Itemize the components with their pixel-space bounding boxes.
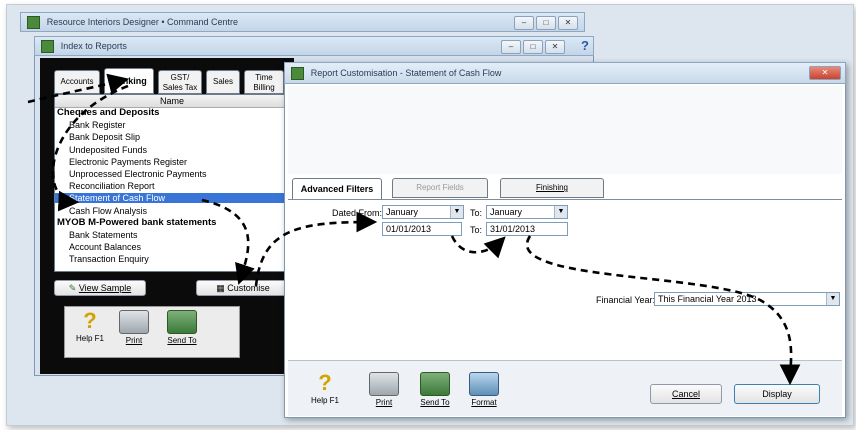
tab-report-fields[interactable]: Report Fields [392, 178, 488, 198]
send-to-label: Send To [167, 336, 197, 345]
help-f1-button[interactable]: ? Help F1 [70, 308, 110, 344]
outer-window-title: Resource Interiors Designer • Command Ce… [46, 17, 239, 28]
minimize-icon[interactable]: – [514, 16, 534, 30]
outer-window-titlebar: Resource Interiors Designer • Command Ce… [20, 12, 585, 32]
dialog-help-label: Help F1 [310, 396, 339, 405]
view-sample-button[interactable]: ✎ View Sample [54, 280, 146, 296]
dialog-help-f1-button[interactable]: ? Help F1 [306, 370, 344, 406]
dated-from-label: Dated From: [332, 208, 383, 218]
cancel-button[interactable]: Cancel [650, 384, 722, 404]
index-window-controls: – □ ✕ [499, 40, 565, 54]
send-to-icon [167, 310, 197, 334]
close-icon[interactable]: ✕ [545, 40, 565, 54]
to-date-label: To: [470, 225, 483, 235]
outer-window-controls: – □ ✕ [512, 16, 578, 30]
format-icon [469, 372, 499, 396]
list-item[interactable]: Cheques and Deposits [57, 108, 159, 118]
dialog-format-label: Format [471, 398, 497, 407]
financial-year-label: Financial Year: [596, 295, 656, 305]
list-item[interactable]: Account Balances [69, 242, 141, 252]
list-item[interactable]: Bank Register [69, 120, 126, 130]
maximize-icon[interactable]: □ [536, 16, 556, 30]
from-month-value: January [386, 207, 419, 217]
tab-sales[interactable]: Sales [206, 70, 240, 94]
to-month-select[interactable]: January ▼ [486, 205, 568, 219]
dialog-title: Report Customisation - Statement of Cash… [310, 68, 502, 79]
view-sample-icon: ✎ [68, 283, 77, 293]
financial-year-value: This Financial Year 2013 [658, 294, 757, 304]
list-item[interactable]: Electronic Payments Register [69, 157, 187, 167]
tab-banking[interactable]: Banking [104, 68, 154, 94]
tab-accounts[interactable]: Accounts [54, 70, 100, 94]
dialog-header-area [288, 86, 842, 174]
customise-button[interactable]: ▦ Customise [196, 280, 290, 296]
view-sample-label: View Sample [78, 283, 132, 293]
dialog-format-button[interactable]: Format [464, 372, 504, 407]
list-item[interactable]: Transaction Enquiry [69, 254, 149, 264]
index-window-titlebar: Index to Reports – □ ✕ ? [34, 36, 594, 56]
from-month-select[interactable]: January ▼ [382, 205, 464, 219]
chevron-down-icon: ▼ [554, 206, 567, 218]
list-item-selected[interactable]: Statement of Cash Flow [55, 193, 289, 204]
tab-finishing[interactable]: Finishing [500, 178, 604, 198]
display-label: Display [762, 389, 792, 399]
from-date-input[interactable]: 01/01/2013 [382, 222, 462, 236]
help-icon: ? [318, 370, 332, 395]
index-window-title: Index to Reports [60, 41, 127, 52]
dialog-controls: ✕ [807, 66, 841, 80]
dialog-app-icon [291, 67, 304, 80]
dialog-titlebar: Report Customisation - Statement of Cash… [284, 62, 846, 84]
list-item[interactable]: Bank Statements [69, 230, 138, 240]
send-to-icon [420, 372, 450, 396]
index-app-icon [41, 40, 54, 53]
send-to-button[interactable]: Send To [160, 310, 204, 345]
printer-icon [119, 310, 149, 334]
dialog-print-label: Print [375, 398, 393, 407]
app-icon [27, 16, 40, 29]
customise-icon: ▦ [216, 283, 225, 293]
printer-icon [369, 372, 399, 396]
to-date-input[interactable]: 31/01/2013 [486, 222, 568, 236]
help-f1-label: Help F1 [75, 334, 104, 343]
dialog-send-to-button[interactable]: Send To [414, 372, 456, 407]
maximize-icon[interactable]: □ [523, 40, 543, 54]
tab-gst-sales-tax[interactable]: GST/ Sales Tax [158, 70, 202, 94]
cancel-label: Cancel [671, 389, 700, 399]
customise-label: Customise [227, 283, 270, 293]
print-button[interactable]: Print [114, 310, 154, 345]
tab-advanced-filters[interactable]: Advanced Filters [292, 178, 382, 200]
chevron-down-icon: ▼ [826, 293, 839, 305]
close-icon[interactable]: ✕ [558, 16, 578, 30]
dialog-print-button[interactable]: Print [366, 372, 402, 407]
to-month-value: January [490, 207, 523, 217]
list-item[interactable]: Undeposited Funds [69, 145, 147, 155]
minimize-icon[interactable]: – [501, 40, 521, 54]
report-list: Name Cheques and Deposits Bank Register Ba… [54, 94, 290, 272]
to-date-value: 31/01/2013 [490, 224, 536, 234]
tab-time-billing[interactable]: Time Billing [244, 70, 284, 94]
financial-year-select[interactable]: This Financial Year 2013 ▼ [654, 292, 840, 306]
help-icon[interactable]: ? [581, 38, 589, 53]
to-label: To: [470, 208, 483, 218]
list-item[interactable]: Bank Deposit Slip [69, 132, 140, 142]
dialog-send-to-label: Send To [420, 398, 450, 407]
from-date-value: 01/01/2013 [386, 224, 432, 234]
list-body: Cheques and Deposits Bank Register Bank De… [55, 108, 289, 271]
help-icon: ? [83, 308, 97, 333]
chevron-down-icon: ▼ [450, 206, 463, 218]
display-button[interactable]: Display [734, 384, 820, 404]
list-item[interactable]: Unprocessed Electronic Payments [69, 169, 207, 179]
list-item[interactable]: MYOB M-Powered bank statements [57, 217, 216, 228]
close-icon[interactable]: ✕ [809, 66, 841, 80]
list-item[interactable]: Reconciliation Report [69, 181, 155, 191]
list-item[interactable]: Cash Flow Analysis [69, 206, 147, 216]
print-label: Print [125, 336, 143, 345]
